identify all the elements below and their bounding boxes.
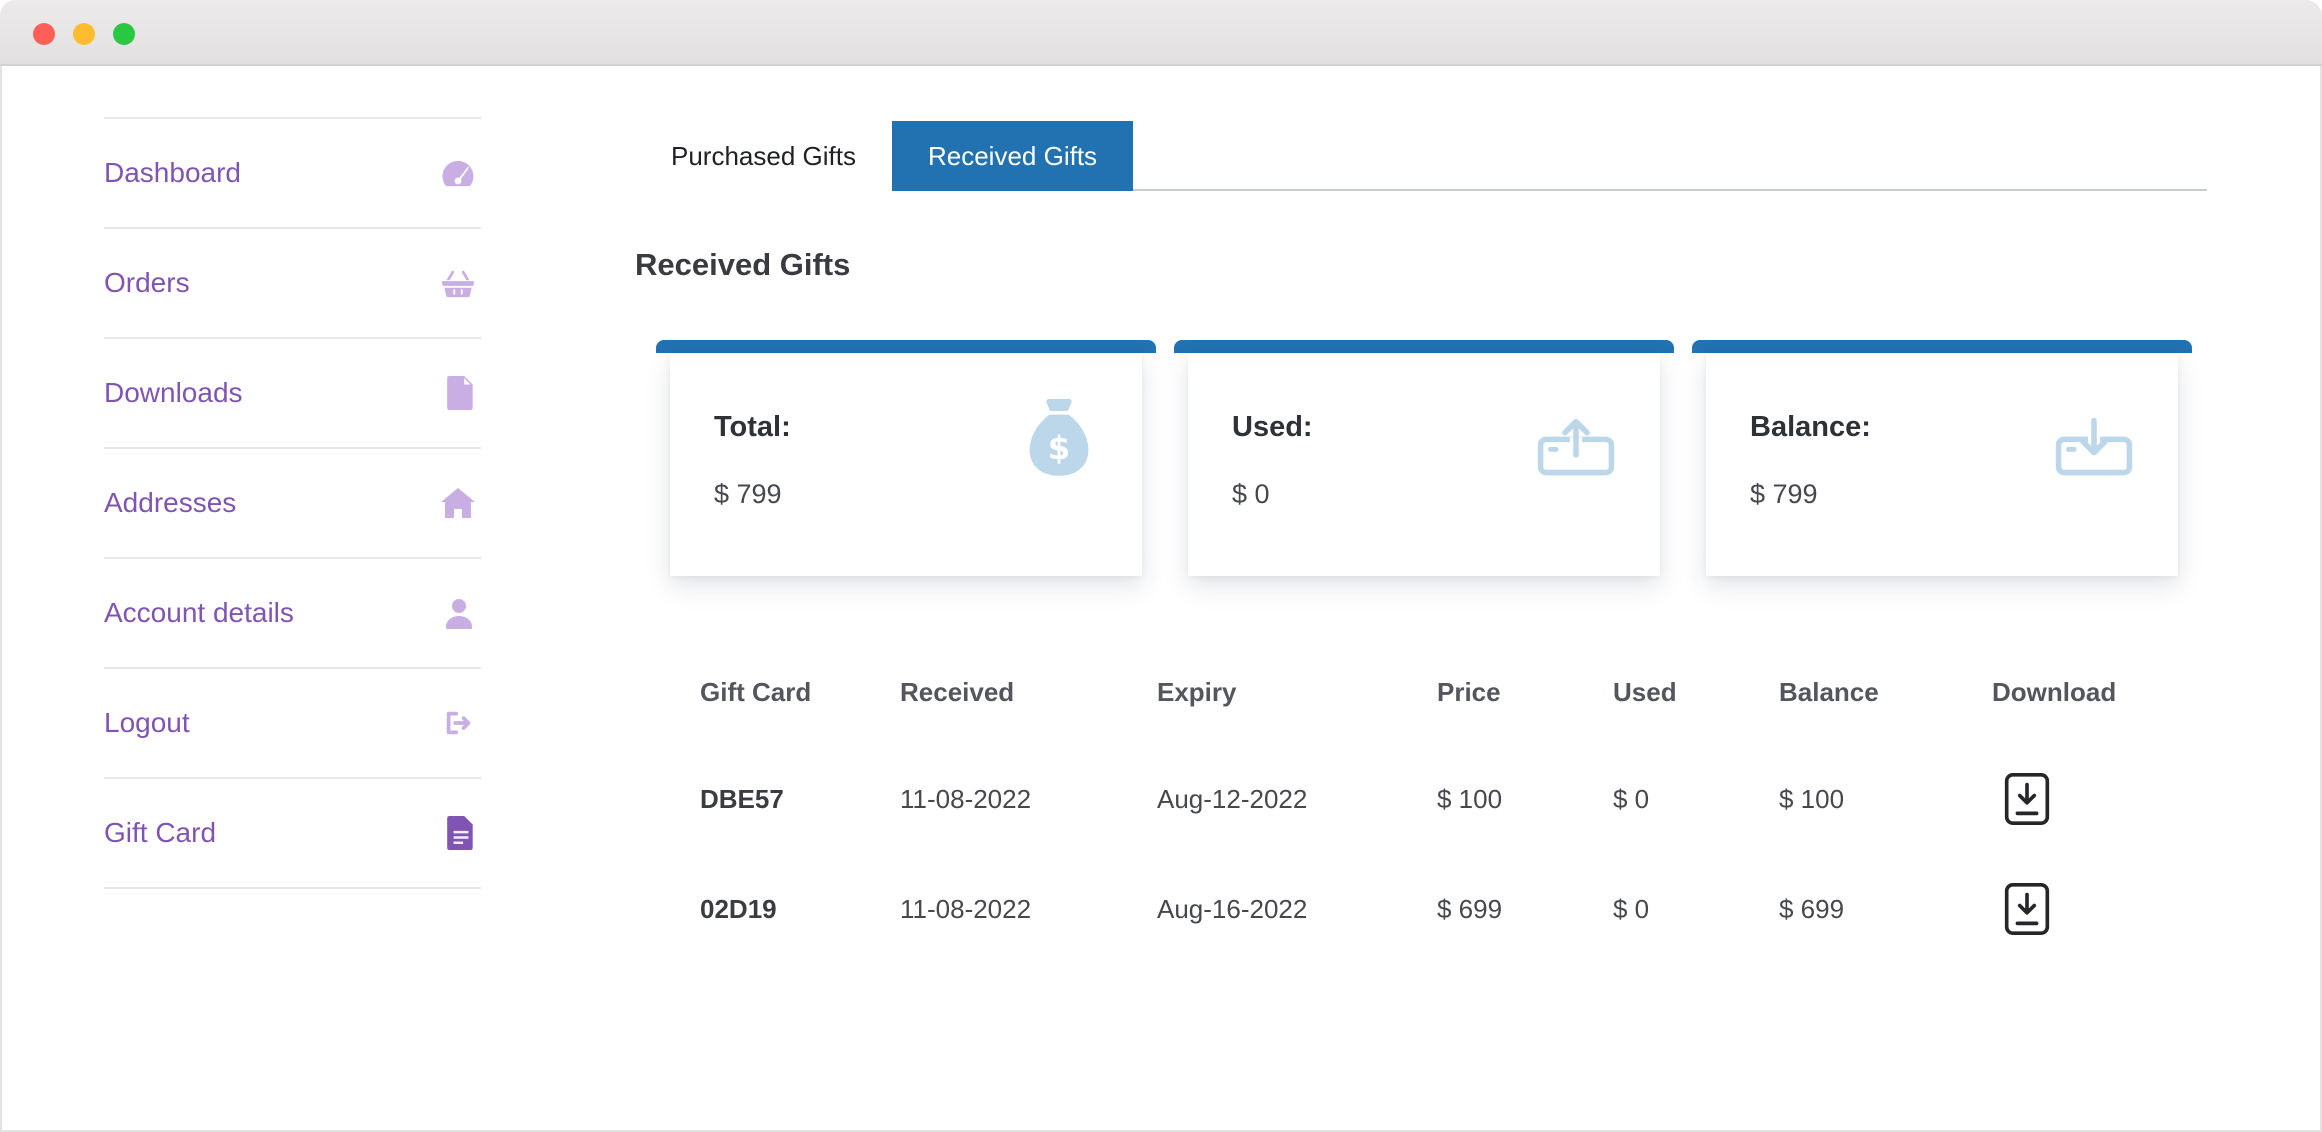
cell-received-date: 11-08-2022 — [900, 784, 1157, 815]
column-header-balance: Balance — [1779, 677, 1992, 708]
card-body: Total: $ 799 $ — [670, 353, 1142, 576]
card-accent-bar — [1692, 340, 2192, 353]
sidebar-item-dashboard[interactable]: Dashboard — [104, 119, 481, 229]
sidebar-item-label: Account details — [104, 597, 294, 629]
column-header-received: Received — [900, 677, 1157, 708]
svg-text:$: $ — [1048, 429, 1071, 467]
cell-expiry-date: Aug-16-2022 — [1157, 894, 1437, 925]
cell-gift-card-code: 02D19 — [700, 894, 900, 925]
tab-purchased-gifts[interactable]: Purchased Gifts — [635, 121, 892, 191]
orders-icon — [441, 268, 475, 298]
money-bag-icon: $ — [1020, 399, 1098, 483]
cell-received-date: 11-08-2022 — [900, 894, 1157, 925]
tab-received-gifts[interactable]: Received Gifts — [892, 121, 1133, 191]
sidebar-item-account-details[interactable]: Account details — [104, 559, 481, 669]
cell-gift-card-code: DBE57 — [700, 784, 900, 815]
sidebar-item-label: Gift Card — [104, 817, 216, 849]
sidebar-item-logout[interactable]: Logout — [104, 669, 481, 779]
addresses-icon — [441, 488, 475, 518]
card-body: Balance: $ 799 — [1706, 353, 2178, 576]
cell-used: $ 0 — [1613, 784, 1779, 815]
app-window: Dashboard Orders Downloads Addresses Acc — [0, 0, 2322, 1132]
minimize-button[interactable] — [73, 23, 95, 45]
window-titlebar — [0, 0, 2322, 66]
page-title: Received Gifts — [635, 247, 850, 283]
cell-used: $ 0 — [1613, 894, 1779, 925]
card-value: $ 0 — [1232, 479, 1270, 510]
column-header-price: Price — [1437, 677, 1613, 708]
card-value: $ 799 — [714, 479, 782, 510]
sidebar-item-label: Downloads — [104, 377, 243, 409]
account-sidebar: Dashboard Orders Downloads Addresses Acc — [104, 117, 481, 889]
zoom-button[interactable] — [113, 23, 135, 45]
sidebar-item-label: Logout — [104, 707, 190, 739]
close-button[interactable] — [33, 23, 55, 45]
sidebar-item-gift-card[interactable]: Gift Card — [104, 779, 481, 889]
balance-card: Balance: $ 799 — [1692, 340, 2192, 580]
card-label: Balance: — [1750, 411, 1871, 444]
sidebar-item-label: Orders — [104, 267, 190, 299]
sidebar-item-orders[interactable]: Orders — [104, 229, 481, 339]
column-header-used: Used — [1613, 677, 1779, 708]
summary-cards: Total: $ 799 $ Used: $ 0 — [656, 340, 2192, 580]
cell-download — [1992, 882, 2205, 936]
sidebar-item-downloads[interactable]: Downloads — [104, 339, 481, 449]
sidebar-item-addresses[interactable]: Addresses — [104, 449, 481, 559]
sidebar-item-label: Dashboard — [104, 157, 241, 189]
download-gift-card-button[interactable] — [2004, 882, 2050, 936]
used-card: Used: $ 0 — [1174, 340, 1674, 580]
logout-icon — [441, 708, 475, 738]
downloads-icon — [447, 376, 475, 410]
card-label: Used: — [1232, 411, 1313, 444]
cell-download — [1992, 772, 2205, 826]
gift-card-icon — [447, 816, 475, 850]
card-body: Used: $ 0 — [1188, 353, 1660, 576]
download-gift-card-button[interactable] — [2004, 772, 2050, 826]
card-accent-bar — [1174, 340, 1674, 353]
cell-balance: $ 100 — [1779, 784, 1992, 815]
total-card: Total: $ 799 $ — [656, 340, 1156, 580]
card-accent-bar — [656, 340, 1156, 353]
tray-arrow-up-icon — [1536, 415, 1616, 477]
cell-balance: $ 699 — [1779, 894, 1992, 925]
column-header-download: Download — [1992, 677, 2205, 708]
cell-expiry-date: Aug-12-2022 — [1157, 784, 1437, 815]
column-header-expiry: Expiry — [1157, 677, 1437, 708]
cell-price: $ 100 — [1437, 784, 1613, 815]
card-value: $ 799 — [1750, 479, 1818, 510]
account-icon — [443, 597, 475, 629]
column-header-gift-card: Gift Card — [700, 677, 900, 708]
gift-card-tabs: Purchased Gifts Received Gifts — [635, 121, 1133, 191]
received-gifts-table: Gift Card Received Expiry Price Used Bal… — [700, 640, 2205, 964]
cell-price: $ 699 — [1437, 894, 1613, 925]
tray-arrow-down-icon — [2054, 415, 2134, 477]
dashboard-icon — [441, 158, 475, 188]
sidebar-item-label: Addresses — [104, 487, 236, 519]
card-label: Total: — [714, 411, 791, 444]
